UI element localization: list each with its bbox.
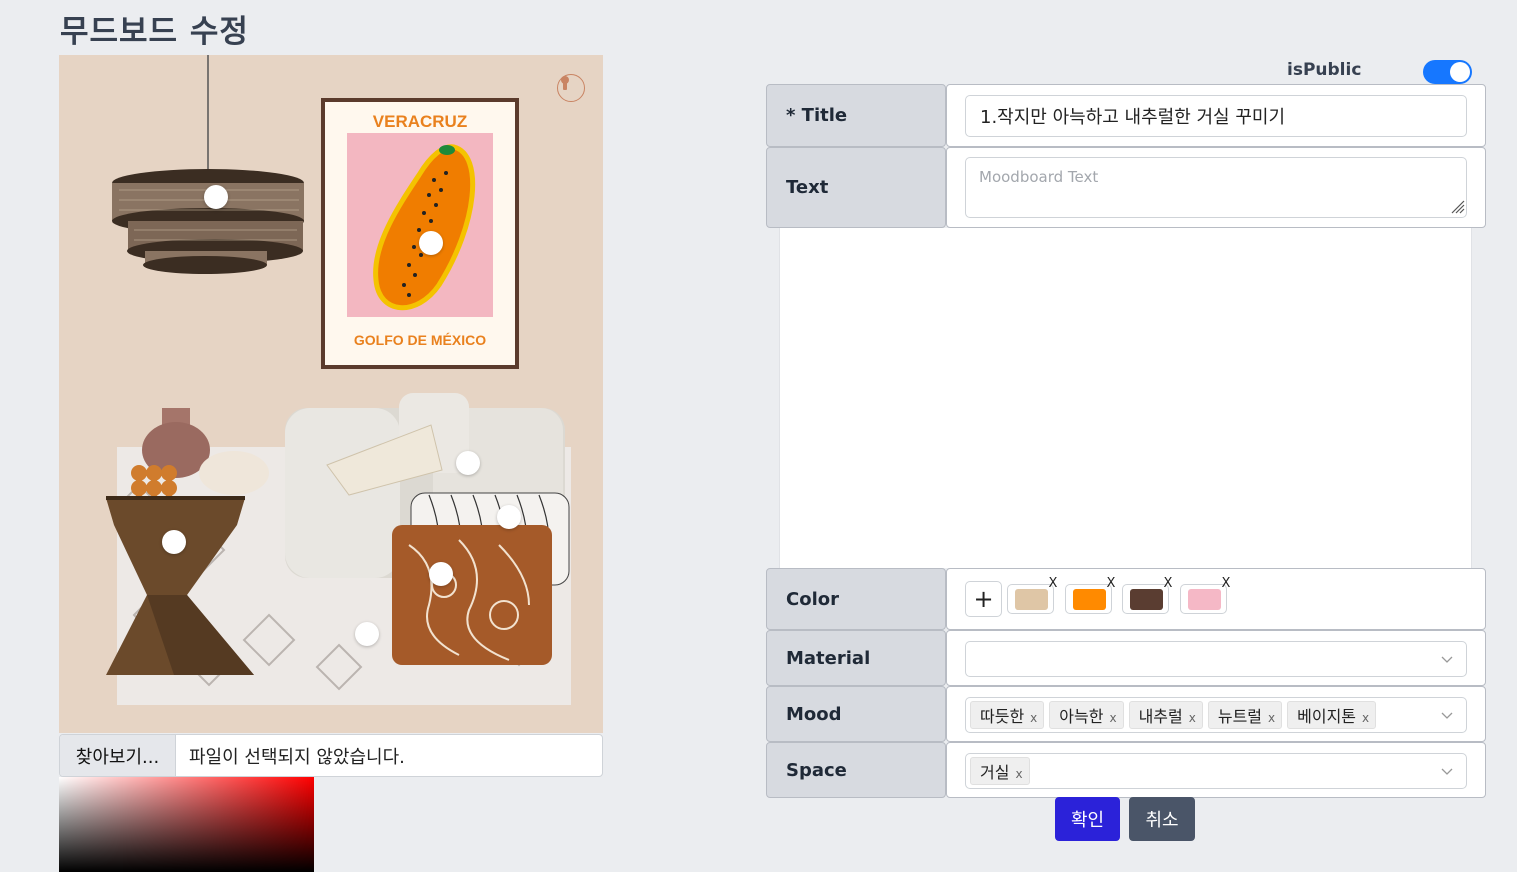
ispublic-label: isPublic — [1287, 60, 1362, 80]
space-tag: 거실 x — [970, 757, 1030, 785]
text-textarea[interactable]: Moodboard Text — [965, 157, 1467, 218]
color-picker-saturation[interactable] — [59, 777, 314, 872]
space-label: Space — [766, 742, 946, 798]
mood-row: Mood 따듯한 x 아늑한 x 내추럴 x 뉴트럴 x 베이지톤 x — [766, 686, 1486, 742]
confirm-button[interactable]: 확인 — [1055, 797, 1120, 841]
remove-tag-icon[interactable]: x — [1109, 711, 1116, 725]
remove-tag-icon[interactable]: x — [1030, 711, 1037, 725]
swatch-fill — [1073, 589, 1106, 610]
remove-color-icon[interactable]: X — [1219, 577, 1233, 591]
chevron-down-icon — [1441, 768, 1453, 775]
lock-button[interactable] — [557, 74, 585, 102]
title-field-cell: 1.작지만 아늑하고 내추럴한 거실 꾸미기 — [946, 84, 1486, 147]
title-input[interactable]: 1.작지만 아늑하고 내추럴한 거실 꾸미기 — [965, 95, 1467, 137]
space-field-cell: 거실 x — [946, 742, 1486, 798]
color-swatch[interactable]: X — [1122, 577, 1172, 614]
chevron-down-icon — [1441, 656, 1453, 663]
tag-label: 따듯한 — [980, 707, 1025, 726]
mood-field-cell: 따듯한 x 아늑한 x 내추럴 x 뉴트럴 x 베이지톤 x — [946, 686, 1486, 742]
title-label: * Title — [766, 84, 946, 147]
rust-pillow — [392, 525, 552, 665]
color-label: Color — [766, 568, 946, 630]
mood-tag: 베이지톤 x — [1287, 701, 1377, 729]
text-field-cell: Moodboard Text — [946, 147, 1486, 228]
chevron-down-icon — [1441, 712, 1453, 719]
poster-frame: VERACRUZ GOLFO DE MÉXICO — [321, 98, 519, 369]
remove-tag-icon[interactable]: x — [1015, 767, 1022, 781]
text-editor-area[interactable] — [779, 228, 1472, 568]
color-swatch[interactable]: X — [1180, 577, 1230, 614]
page-title: 무드보드 수정 — [60, 14, 249, 50]
remove-tag-icon[interactable]: x — [1268, 711, 1275, 725]
file-status-text: 파일이 선택되지 않았습니다. — [189, 746, 405, 768]
pendant-lamp — [112, 169, 304, 274]
tag-label: 내추럴 — [1138, 707, 1183, 726]
add-color-button[interactable]: + — [965, 581, 1002, 617]
remove-tag-icon[interactable]: x — [1189, 711, 1196, 725]
remove-color-icon[interactable]: X — [1046, 577, 1060, 591]
color-row: Color + X X X X — [766, 568, 1486, 630]
toggle-knob — [1450, 62, 1470, 82]
hotspot-armchair[interactable] — [456, 451, 480, 475]
keyhole-icon — [561, 76, 569, 90]
tag-label: 아늑한 — [1059, 707, 1104, 726]
remove-color-icon[interactable]: X — [1161, 577, 1175, 591]
hotspot-side-table[interactable] — [162, 530, 186, 554]
mood-tag: 내추럴 x — [1128, 701, 1203, 729]
color-swatch[interactable]: X — [1007, 577, 1057, 614]
moodboard-image: VERACRUZ GOLFO DE MÉXICO — [59, 55, 603, 733]
color-swatch[interactable]: X — [1065, 577, 1115, 614]
mood-select[interactable]: 따듯한 x 아늑한 x 내추럴 x 뉴트럴 x 베이지톤 x — [965, 697, 1467, 733]
swatch-fill — [1130, 589, 1163, 610]
text-row: Text Moodboard Text — [766, 147, 1486, 228]
color-field-cell: + X X X X — [946, 568, 1486, 630]
material-row: Material — [766, 630, 1486, 686]
hotspot-poster[interactable] — [419, 231, 443, 255]
space-select[interactable]: 거실 x — [965, 753, 1467, 789]
resize-grip-icon[interactable] — [1449, 198, 1465, 214]
remove-color-icon[interactable]: X — [1104, 577, 1118, 591]
mood-tag: 뉴트럴 x — [1207, 701, 1283, 729]
file-input[interactable]: 찾아보기... 파일이 선택되지 않았습니다. — [59, 734, 603, 777]
poster-subtitle-text: GOLFO DE MÉXICO — [354, 332, 486, 348]
mood-tag: 따듯한 x — [970, 701, 1045, 729]
hotspot-lamp[interactable] — [204, 185, 228, 209]
text-label: Text — [766, 147, 946, 228]
hotspot-rug[interactable] — [355, 622, 379, 646]
swatch-fill — [1015, 589, 1048, 610]
material-label: Material — [766, 630, 946, 686]
poster-title-text: VERACRUZ — [373, 112, 467, 131]
knot-decor — [199, 451, 269, 495]
cancel-button[interactable]: 취소 — [1129, 797, 1195, 841]
title-row: * Title 1.작지만 아늑하고 내추럴한 거실 꾸미기 — [766, 84, 1486, 147]
hotspot-striped-pillow[interactable] — [497, 505, 521, 529]
tag-label: 거실 — [980, 763, 1010, 782]
space-row: Space 거실 x — [766, 742, 1486, 798]
material-select[interactable] — [965, 641, 1467, 677]
material-field-cell — [946, 630, 1486, 686]
browse-button[interactable]: 찾아보기... — [60, 735, 176, 776]
swatch-fill — [1188, 589, 1221, 610]
mood-tag: 아늑한 x — [1049, 701, 1124, 729]
tag-label: 뉴트럴 — [1217, 707, 1263, 726]
ispublic-toggle[interactable] — [1423, 60, 1472, 84]
hotspot-rust-pillow[interactable] — [429, 562, 453, 586]
mood-label: Mood — [766, 686, 946, 742]
tag-label: 베이지톤 — [1297, 707, 1357, 726]
remove-tag-icon[interactable]: x — [1362, 711, 1369, 725]
